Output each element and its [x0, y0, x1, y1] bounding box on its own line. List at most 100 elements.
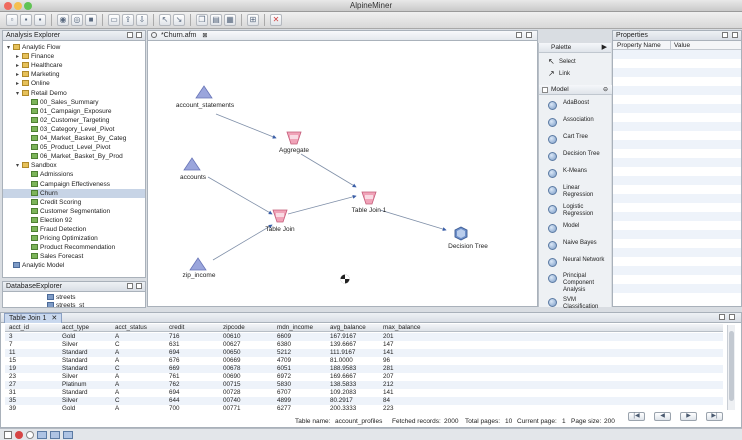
tree-item[interactable]: Election 92 — [3, 216, 145, 225]
table-row[interactable]: 3 Gold A 716 00610 6609 167.9167 201 — [5, 333, 723, 341]
layout-icon[interactable]: ▦ — [224, 14, 236, 26]
close-tab-icon[interactable]: ⊠ — [202, 33, 207, 39]
decision-tree-model-icon[interactable] — [454, 226, 468, 241]
table-source-icon[interactable] — [195, 85, 213, 99]
tree-layout-icon[interactable]: ⊞ — [247, 14, 259, 26]
link-accounts-table-join[interactable] — [207, 176, 273, 215]
view-toggle-icon[interactable] — [63, 431, 73, 439]
property-value-header[interactable]: Value — [670, 41, 690, 50]
next-page-button[interactable]: ▶ — [680, 412, 697, 421]
link-aggregate-table-join-1[interactable] — [300, 153, 357, 188]
link-table-join-table-join-1[interactable] — [287, 194, 357, 215]
aggregate-operator-icon[interactable] — [286, 131, 302, 145]
database-table-item[interactable]: streets_st — [47, 301, 84, 307]
scrollbar-thumb[interactable] — [729, 331, 734, 401]
run-icon[interactable]: ◉ — [57, 14, 69, 26]
save-all-icon[interactable]: ▪ — [34, 14, 46, 26]
maximize-panel-icon[interactable] — [732, 32, 738, 38]
import-icon[interactable]: ⇩ — [136, 14, 148, 26]
column-header[interactable]: zipcode — [223, 324, 245, 332]
view-toggle-icon[interactable] — [50, 431, 60, 439]
table-row[interactable]: 39 Gold A 700 00771 6277 200.3333 223 — [5, 405, 723, 412]
tree-item[interactable]: 01_Campaign_Exposure — [3, 107, 145, 116]
perspective-icon[interactable] — [4, 431, 12, 439]
tree-item[interactable]: 02_Customer_Targeting — [3, 116, 145, 125]
maximize-panel-icon[interactable] — [136, 32, 142, 38]
last-page-button[interactable]: ▶| — [706, 412, 723, 421]
table-row[interactable]: 31 Standard A 694 00728 6707 109.2083 141 — [5, 389, 723, 397]
table-row[interactable]: 7 Silver C 631 00627 6380 139.6667 147 — [5, 341, 723, 349]
maximize-panel-icon[interactable] — [729, 314, 735, 320]
table-row[interactable]: 19 Standard C 669 00678 6051 188.9583 281 — [5, 365, 723, 373]
table-row[interactable]: 35 Silver C 644 00740 4899 80.2917 84 — [5, 397, 723, 405]
first-page-button[interactable]: |◀ — [628, 412, 645, 421]
link-table-join-1-decision-tree[interactable] — [379, 209, 447, 231]
node-label-aggregate[interactable]: Aggregate — [279, 147, 309, 154]
palette-collapse-icon[interactable]: ▶ — [602, 43, 607, 53]
tree-item[interactable]: ▸ Healthcare — [3, 61, 145, 70]
palette-section-model[interactable]: Model ⊖ — [539, 85, 612, 95]
section-collapse-icon[interactable]: ⊖ — [603, 85, 608, 95]
error-indicator-icon[interactable] — [15, 431, 23, 439]
zoom-window-icon[interactable] — [24, 2, 32, 10]
tree-item[interactable]: ▾ Retail Demo — [3, 89, 145, 98]
tree-item[interactable]: ▾ Analytic Flow — [3, 43, 145, 52]
minimize-panel-icon[interactable] — [719, 314, 725, 320]
tree-item[interactable]: 06_Market_Basket_By_Prod — [3, 152, 145, 161]
tree-item[interactable]: 00_Sales_Summary — [3, 98, 145, 107]
delete-icon[interactable]: ✕ — [270, 14, 282, 26]
column-header[interactable]: mdn_income — [277, 324, 313, 332]
node-label-account-statements[interactable]: account_statements — [176, 102, 234, 109]
column-header[interactable]: acct_id — [9, 324, 29, 332]
close-tab-icon[interactable]: ✕ — [51, 315, 57, 322]
link-account-statements-aggregate[interactable] — [215, 113, 277, 139]
tree-item[interactable]: 04_Market_Basket_By_Categ — [3, 134, 145, 143]
table-row[interactable]: 27 Platinum A 762 00715 5830 138.5833 212 — [5, 381, 723, 389]
table-source-icon[interactable] — [183, 157, 201, 171]
column-header[interactable]: max_balance — [383, 324, 420, 332]
editor-tab[interactable]: *Churn.afm ⊠ — [148, 31, 537, 41]
database-explorer-tab[interactable]: DatabaseExplorer — [3, 282, 145, 292]
tree-item[interactable]: Fraud Detection — [3, 225, 145, 234]
minimize-window-icon[interactable] — [14, 2, 22, 10]
previous-page-button[interactable]: ◀ — [654, 412, 671, 421]
new-file-icon[interactable]: ▫ — [6, 14, 18, 26]
column-header[interactable]: avg_balance — [330, 324, 366, 332]
tree-item[interactable]: Pricing Optimization — [3, 234, 145, 243]
table-source-icon[interactable] — [189, 257, 207, 271]
export-icon[interactable]: ⇪ — [122, 14, 134, 26]
step-icon[interactable]: ◎ — [71, 14, 83, 26]
stop-icon[interactable]: ■ — [85, 14, 97, 26]
column-header[interactable]: acct_status — [115, 324, 147, 332]
tree-item[interactable]: Credit Scoring — [3, 198, 145, 207]
node-label-table-join[interactable]: Table Join — [265, 226, 294, 233]
property-name-header[interactable]: Property Name — [617, 41, 661, 50]
tree-item[interactable]: Product Recommendation — [3, 243, 145, 252]
tree-item[interactable]: Campaign Effectiveness — [3, 180, 145, 189]
table-row[interactable]: 15 Standard A 676 00669 4709 81.0000 96 — [5, 357, 723, 365]
link-zip-income-table-join[interactable] — [212, 224, 273, 261]
maximize-panel-icon[interactable] — [526, 32, 532, 38]
result-tab-handle[interactable]: Table Join 1 ✕ — [4, 313, 63, 323]
table-row[interactable]: 11 Standard A 694 00650 5212 111.9167 141 — [5, 349, 723, 357]
tree-item[interactable]: ▸ Online — [3, 79, 145, 88]
minimize-panel-icon[interactable] — [127, 283, 133, 289]
table-join-1-operator-icon[interactable] — [361, 191, 377, 205]
minimize-panel-icon[interactable] — [127, 32, 133, 38]
open-folder-icon[interactable]: ▭ — [108, 14, 120, 26]
minimize-panel-icon[interactable] — [516, 32, 522, 38]
tree-item[interactable]: Analytic Model — [3, 261, 145, 270]
result-tab[interactable]: Table Join 1 ✕ — [1, 313, 741, 323]
close-window-icon[interactable] — [4, 2, 12, 10]
link-arrow-icon[interactable]: ↘ — [173, 14, 185, 26]
table-row[interactable]: 23 Silver A 761 00690 6972 169.6667 207 — [5, 373, 723, 381]
copy-icon[interactable]: ❐ — [196, 14, 208, 26]
tree-item[interactable]: Churn — [3, 188, 145, 198]
column-header[interactable]: credit — [169, 324, 184, 332]
info-indicator-icon[interactable] — [26, 431, 34, 439]
tree-item[interactable]: 05_Product_Level_Pivot — [3, 143, 145, 152]
tree-item[interactable]: Customer Segmentation — [3, 207, 145, 216]
node-label-accounts[interactable]: accounts — [180, 174, 206, 181]
maximize-panel-icon[interactable] — [136, 283, 142, 289]
tree-item[interactable]: ▾ Sandbox — [3, 161, 145, 170]
